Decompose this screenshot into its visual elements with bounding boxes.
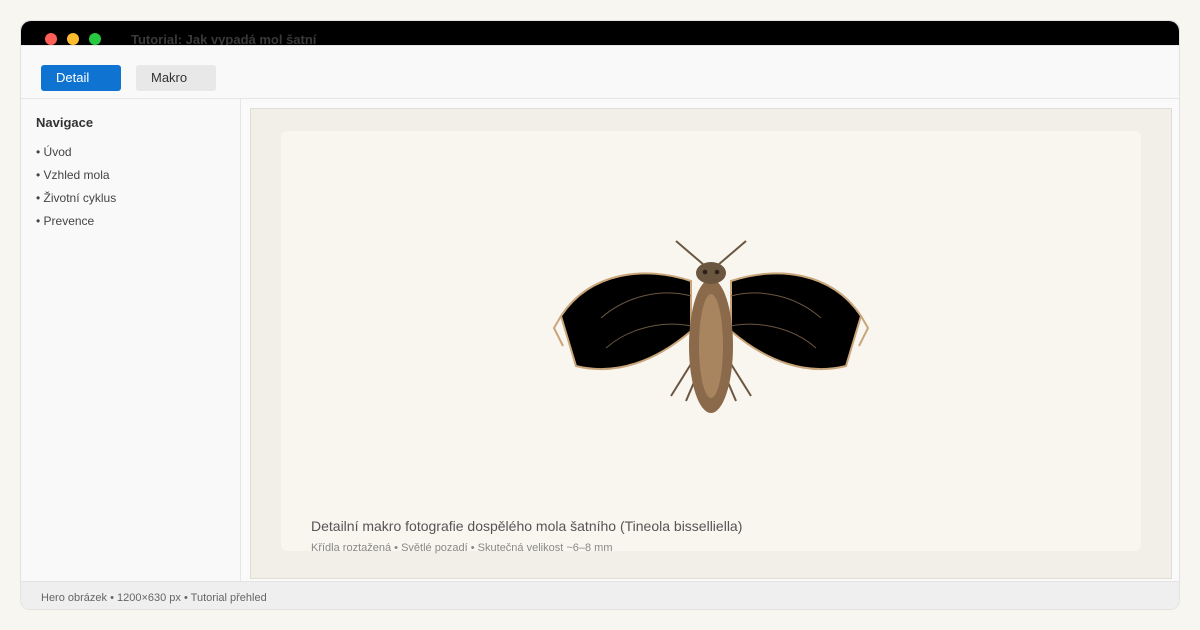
moth-antennae (675, 240, 747, 266)
moth-illustration (552, 240, 870, 413)
tab-detail[interactable]: Detail (41, 65, 121, 91)
app-window: Tutorial: Jak vypadá mol šatní Detail Ma… (20, 20, 1180, 610)
sidebar-item-vzhled-mola[interactable]: • Vzhled mola (36, 168, 116, 191)
moth-head (696, 262, 726, 284)
minimize-window-button[interactable] (67, 33, 79, 45)
right-wing (730, 272, 863, 370)
maximize-window-button[interactable] (89, 33, 101, 45)
toolbar: Detail Makro (21, 45, 1179, 99)
sidebar-item-zivotni-cyklus[interactable]: • Životní cyklus (36, 191, 116, 214)
sidebar: Navigace • Úvod • Vzhled mola • Životní … (21, 99, 241, 581)
sidebar-item-prevence[interactable]: • Prevence (36, 214, 116, 237)
close-window-button[interactable] (45, 33, 57, 45)
hero-card: Detailní makro fotografie dospělého mola… (281, 131, 1141, 554)
left-wing (559, 272, 692, 370)
nav-list: • Úvod • Vzhled mola • Životní cyklus • … (36, 145, 116, 237)
status-bar: Hero obrázek • 1200×630 px • Tutorial př… (21, 581, 1179, 609)
image-caption: Detailní makro fotografie dospělého mola… (311, 518, 743, 534)
sidebar-item-uvod[interactable]: • Úvod (36, 145, 116, 168)
status-text: Hero obrázek • 1200×630 px • Tutorial př… (41, 592, 267, 604)
sidebar-title: Navigace (36, 115, 94, 130)
main-content: Detailní makro fotografie dospělého mola… (250, 108, 1172, 579)
image-subcaption: Křídla roztažená • Světlé pozadí • Skute… (311, 542, 613, 554)
tab-makro[interactable]: Makro (136, 65, 216, 91)
